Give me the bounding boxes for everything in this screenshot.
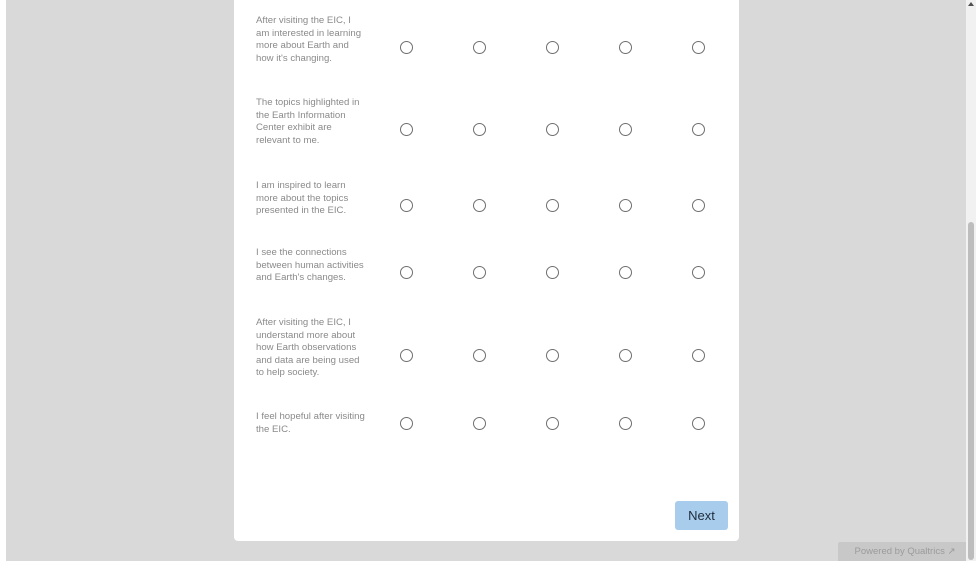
row-label: I am inspired to learn more about the to… bbox=[256, 180, 349, 216]
vertical-scrollbar[interactable] bbox=[966, 0, 976, 561]
next-button[interactable]: Next bbox=[675, 501, 728, 530]
radio-option-4[interactable] bbox=[619, 41, 632, 54]
radio-option-2[interactable] bbox=[473, 123, 486, 136]
radio-option-1[interactable] bbox=[400, 199, 413, 212]
row-label: After visiting the EIC, I understand mor… bbox=[256, 317, 360, 378]
matrix-row: I see the connections between human acti… bbox=[256, 247, 726, 301]
radio-option-1[interactable] bbox=[400, 41, 413, 54]
radio-option-3[interactable] bbox=[546, 417, 559, 430]
scroll-up-arrow-icon[interactable] bbox=[968, 2, 974, 6]
radio-option-3[interactable] bbox=[546, 349, 559, 362]
radio-option-2[interactable] bbox=[473, 41, 486, 54]
radio-option-5[interactable] bbox=[692, 41, 705, 54]
radio-option-5[interactable] bbox=[692, 123, 705, 136]
radio-option-1[interactable] bbox=[400, 266, 413, 279]
radio-option-3[interactable] bbox=[546, 266, 559, 279]
matrix-row: After visiting the EIC, I am interested … bbox=[256, 15, 726, 87]
survey-card: After visiting the EIC, I am interested … bbox=[234, 0, 739, 541]
matrix-row: The topics highlighted in the Earth Info… bbox=[256, 97, 726, 163]
row-label: The topics highlighted in the Earth Info… bbox=[256, 97, 360, 146]
radio-option-5[interactable] bbox=[692, 199, 705, 212]
matrix-row: After visiting the EIC, I understand mor… bbox=[256, 317, 726, 397]
scroll-thumb[interactable] bbox=[968, 222, 974, 560]
radio-option-1[interactable] bbox=[400, 123, 413, 136]
page-background: After visiting the EIC, I am interested … bbox=[6, 0, 966, 561]
radio-option-5[interactable] bbox=[692, 266, 705, 279]
radio-option-4[interactable] bbox=[619, 417, 632, 430]
matrix-row: I feel hopeful after visiting the EIC. bbox=[256, 411, 726, 441]
row-label: After visiting the EIC, I am interested … bbox=[256, 15, 362, 64]
row-label: I see the connections between human acti… bbox=[256, 247, 364, 283]
radio-option-1[interactable] bbox=[400, 417, 413, 430]
matrix-row: I am inspired to learn more about the to… bbox=[256, 180, 726, 234]
radio-option-1[interactable] bbox=[400, 349, 413, 362]
radio-option-4[interactable] bbox=[619, 349, 632, 362]
radio-option-2[interactable] bbox=[473, 417, 486, 430]
radio-option-3[interactable] bbox=[546, 123, 559, 136]
powered-by-link[interactable]: Powered by Qualtrics ↗ bbox=[838, 542, 966, 561]
row-label: I feel hopeful after visiting the EIC. bbox=[256, 411, 365, 435]
radio-option-2[interactable] bbox=[473, 266, 486, 279]
radio-option-2[interactable] bbox=[473, 349, 486, 362]
radio-option-4[interactable] bbox=[619, 199, 632, 212]
radio-option-4[interactable] bbox=[619, 266, 632, 279]
radio-option-2[interactable] bbox=[473, 199, 486, 212]
radio-option-3[interactable] bbox=[546, 199, 559, 212]
radio-option-3[interactable] bbox=[546, 41, 559, 54]
radio-option-5[interactable] bbox=[692, 349, 705, 362]
radio-option-5[interactable] bbox=[692, 417, 705, 430]
radio-option-4[interactable] bbox=[619, 123, 632, 136]
